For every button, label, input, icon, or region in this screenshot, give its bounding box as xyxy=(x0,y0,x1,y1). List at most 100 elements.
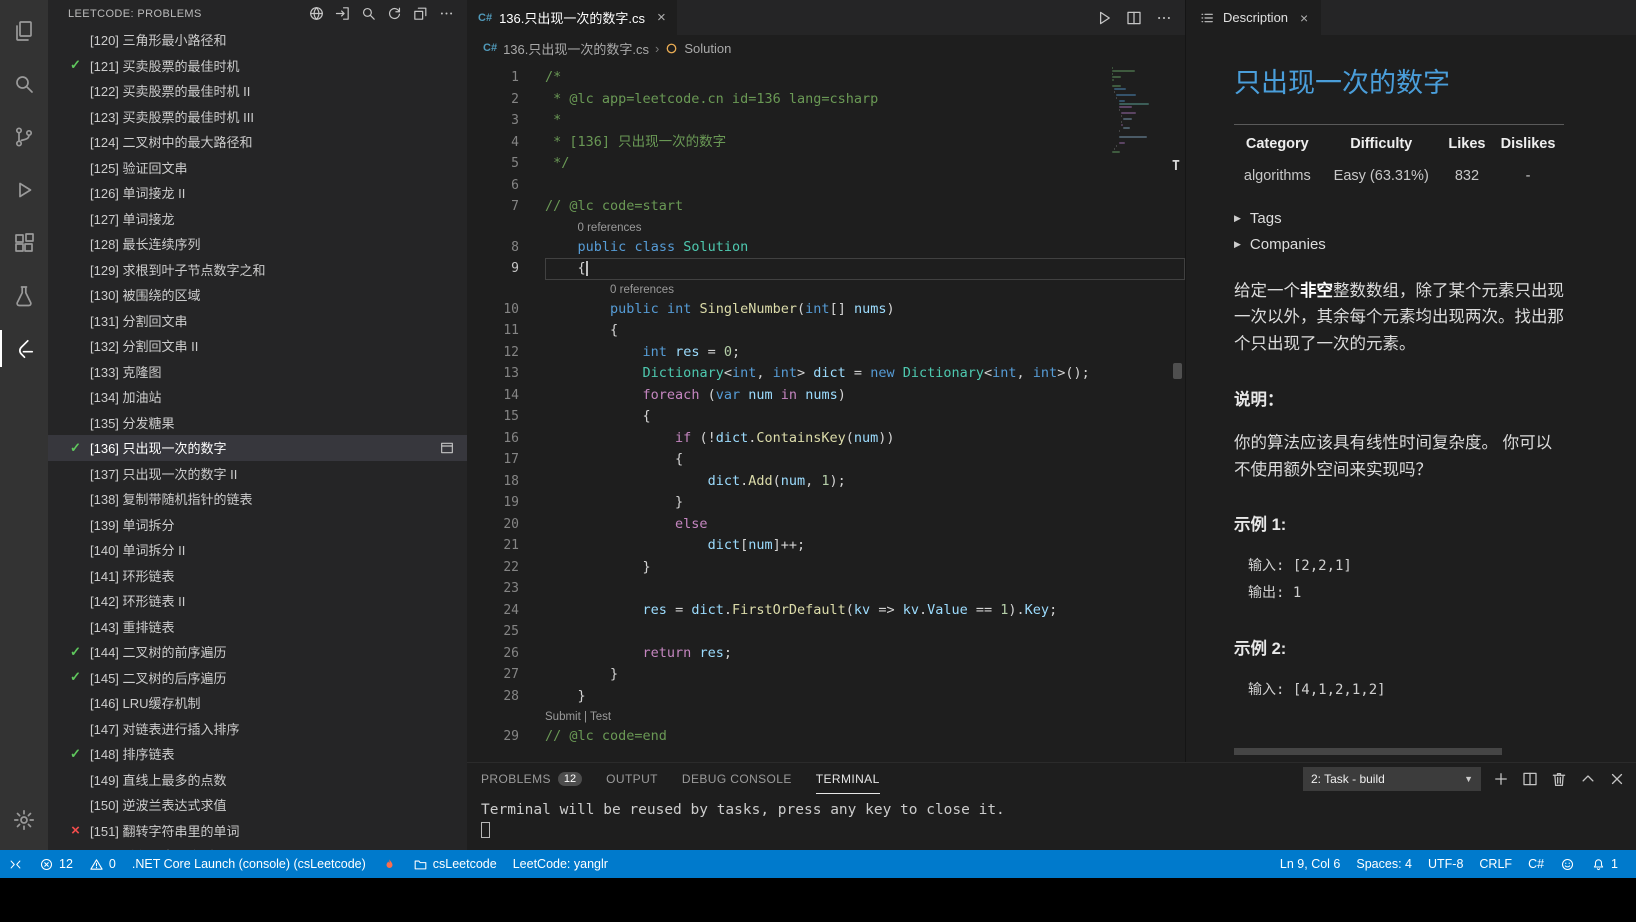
code-line[interactable]: 23 xyxy=(467,578,1185,600)
line-number[interactable]: 8 xyxy=(467,237,519,259)
status-project[interactable]: csLeetcode xyxy=(405,850,505,878)
problem-item[interactable]: [133] 克隆图 xyxy=(48,359,467,385)
refresh-icon[interactable] xyxy=(384,3,405,24)
code-line[interactable]: 3 * xyxy=(467,110,1185,132)
close-panel-tab-icon[interactable]: × xyxy=(1300,10,1308,26)
line-number[interactable]: 5 xyxy=(467,153,519,175)
code-line[interactable]: 7// @lc code=start xyxy=(467,196,1185,218)
problem-item[interactable]: [132] 分割回文串 II xyxy=(48,333,467,359)
search-icon[interactable] xyxy=(358,3,379,24)
status-language-mode[interactable]: C# xyxy=(1520,850,1552,878)
problem-item[interactable]: [137] 只出现一次的数字 II xyxy=(48,461,467,487)
activity-extensions-button[interactable] xyxy=(0,216,48,269)
split-icon[interactable] xyxy=(1125,9,1143,27)
more-icon[interactable] xyxy=(436,3,457,24)
code-line[interactable]: 16 if (!dict.ContainsKey(num)) xyxy=(467,428,1185,450)
globe-icon[interactable] xyxy=(306,3,327,24)
code-line[interactable]: 18 dict.Add(num, 1); xyxy=(467,471,1185,493)
line-number[interactable]: 17 xyxy=(467,449,519,471)
code-line[interactable]: 13 Dictionary<int, int> dict = new Dicti… xyxy=(467,363,1185,385)
code-line[interactable]: 24 res = dict.FirstOrDefault(kv => kv.Va… xyxy=(467,600,1185,622)
code-editor[interactable]: 1/*2 * @lc app=leetcode.cn id=136 lang=c… xyxy=(467,61,1185,762)
code-line[interactable]: 11 { xyxy=(467,320,1185,342)
more-icon[interactable] xyxy=(1155,9,1173,27)
description-tab[interactable]: Description × xyxy=(1186,0,1321,35)
problem-item[interactable]: [149] 直线上最多的点数 xyxy=(48,767,467,793)
problem-item[interactable]: ✓[148] 排序链表 xyxy=(48,741,467,767)
code-line[interactable]: 21 dict[num]++; xyxy=(467,535,1185,557)
line-number[interactable]: 19 xyxy=(467,492,519,514)
problem-item[interactable]: [130] 被围绕的区域 xyxy=(48,282,467,308)
problem-item[interactable]: [127] 单词接龙 xyxy=(48,206,467,232)
codelens-link[interactable]: 0 references xyxy=(610,284,674,296)
status-warnings[interactable]: 0 xyxy=(81,850,124,878)
problem-item[interactable]: [152] 乘积最大子序列 xyxy=(48,843,467,850)
problem-item[interactable]: ✓[121] 买卖股票的最佳时机 xyxy=(48,53,467,79)
trash-icon[interactable] xyxy=(1550,770,1568,788)
problem-item[interactable]: [134] 加油站 xyxy=(48,384,467,410)
code-line[interactable]: 26 return res; xyxy=(467,643,1185,665)
line-number[interactable]: 24 xyxy=(467,600,519,622)
editor-scrollbar-thumb[interactable] xyxy=(1173,363,1182,379)
line-number[interactable]: 10 xyxy=(467,299,519,321)
status-omnisharp-flame[interactable] xyxy=(374,850,405,878)
line-number[interactable]: 26 xyxy=(467,643,519,665)
status-encoding[interactable]: UTF-8 xyxy=(1420,850,1471,878)
breadcrumb-file[interactable]: 136.只出现一次的数字.cs xyxy=(503,39,649,58)
line-number[interactable]: 21 xyxy=(467,535,519,557)
preview-icon[interactable] xyxy=(439,440,455,456)
line-number[interactable]: 29 xyxy=(467,726,519,748)
problem-item[interactable]: [142] 环形链表 II xyxy=(48,588,467,614)
split-icon[interactable] xyxy=(1521,770,1539,788)
activity-source-control-button[interactable] xyxy=(0,110,48,163)
problem-item[interactable]: [150] 逆波兰表达式求值 xyxy=(48,792,467,818)
codelens-link[interactable]: 0 references xyxy=(578,222,642,234)
line-number[interactable]: 12 xyxy=(467,342,519,364)
problem-item[interactable]: [146] LRU缓存机制 xyxy=(48,690,467,716)
panel-tab-debug-console[interactable]: DEBUG CONSOLE xyxy=(682,763,792,794)
problem-item[interactable]: [139] 单词拆分 xyxy=(48,512,467,538)
problem-item[interactable]: [141] 环形链表 xyxy=(48,563,467,589)
line-number[interactable]: 3 xyxy=(467,110,519,132)
collapse-all-icon[interactable] xyxy=(410,3,431,24)
status-remote[interactable] xyxy=(0,850,31,878)
line-number[interactable]: 25 xyxy=(467,621,519,643)
terminal[interactable]: Terminal will be reused by tasks, press … xyxy=(467,794,1636,838)
status-errors[interactable]: 12 xyxy=(31,850,81,878)
problem-item[interactable]: [147] 对链表进行插入排序 xyxy=(48,716,467,742)
problem-item[interactable]: [125] 验证回文串 xyxy=(48,155,467,181)
line-number[interactable]: 14 xyxy=(467,385,519,407)
activity-explorer-button[interactable] xyxy=(0,4,48,57)
line-number[interactable]: 15 xyxy=(467,406,519,428)
code-line[interactable]: 8 public class Solution xyxy=(467,237,1185,259)
code-line[interactable]: 19 } xyxy=(467,492,1185,514)
code-line[interactable]: 22 } xyxy=(467,557,1185,579)
line-number[interactable]: 27 xyxy=(467,664,519,686)
problem-item[interactable]: [122] 买卖股票的最佳时机 II xyxy=(48,78,467,104)
code-line[interactable]: 17 { xyxy=(467,449,1185,471)
line-number[interactable]: 2 xyxy=(467,89,519,111)
code-line[interactable]: 9 { xyxy=(467,258,1185,280)
problem-item[interactable]: [135] 分发糖果 xyxy=(48,410,467,436)
line-number[interactable]: 7 xyxy=(467,196,519,218)
line-number[interactable]: 23 xyxy=(467,578,519,600)
problem-item[interactable]: ✓[144] 二叉树的前序遍历 xyxy=(48,639,467,665)
problem-item[interactable]: [120] 三角形最小路径和 xyxy=(48,27,467,53)
editor-tab[interactable]: C# 136.只出现一次的数字.cs × xyxy=(467,0,677,35)
problem-item[interactable]: ✓[136] 只出现一次的数字 xyxy=(48,435,467,461)
minimap[interactable] xyxy=(1112,67,1167,154)
code-line[interactable]: 27 } xyxy=(467,664,1185,686)
panel-tab-problems[interactable]: PROBLEMS12 xyxy=(481,763,582,794)
status-leetcode-user[interactable]: LeetCode: yanglr xyxy=(505,850,616,878)
activity-search-button[interactable] xyxy=(0,57,48,110)
status-indentation[interactable]: Spaces: 4 xyxy=(1348,850,1420,878)
close-icon[interactable] xyxy=(1608,770,1626,788)
code-line[interactable]: 6 xyxy=(467,175,1185,197)
problem-item[interactable]: [138] 复制带随机指针的链表 xyxy=(48,486,467,512)
status-debug-config[interactable]: .NET Core Launch (console) (csLeetcode) xyxy=(124,850,374,878)
problem-item[interactable]: ×[151] 翻转字符串里的单词 xyxy=(48,818,467,844)
activity-test-button[interactable] xyxy=(0,269,48,322)
problem-item[interactable]: [140] 单词拆分 II xyxy=(48,537,467,563)
code-line[interactable]: 15 { xyxy=(467,406,1185,428)
line-number[interactable]: 4 xyxy=(467,132,519,154)
